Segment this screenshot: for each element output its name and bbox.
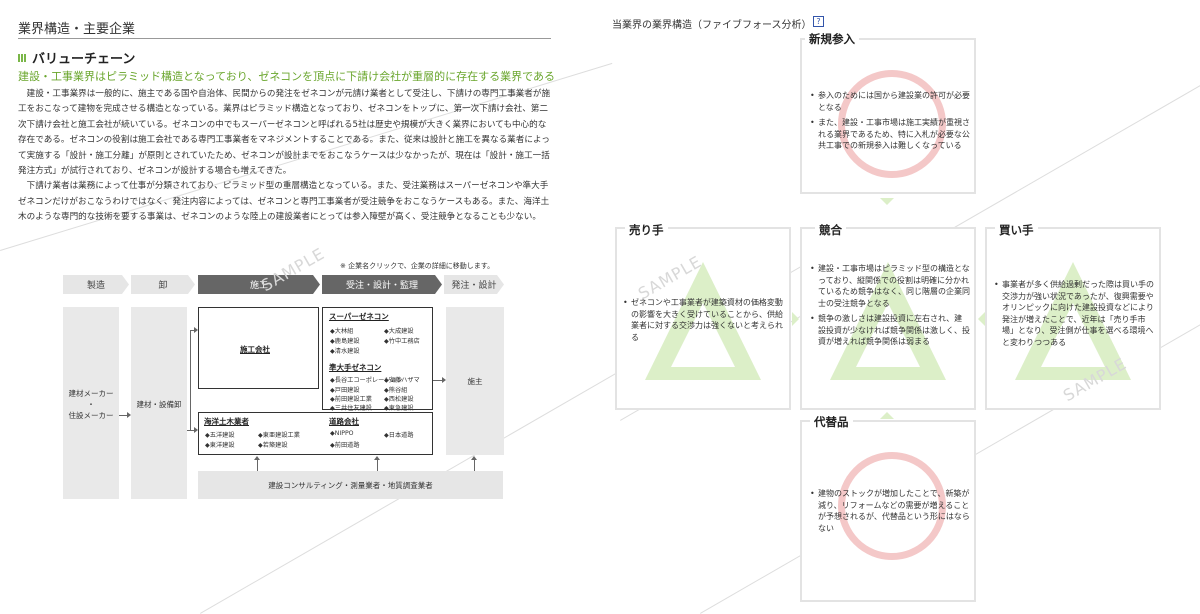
flow-line bbox=[190, 330, 191, 430]
company-link[interactable]: ◆竹中工務店 bbox=[384, 336, 420, 345]
company-link[interactable]: ◆大林組 bbox=[330, 326, 353, 335]
company-link[interactable]: ◆鹿島建設 bbox=[330, 336, 360, 345]
subsection-title: バリューチェーン bbox=[18, 48, 135, 67]
click-note: ※ 企業名クリックで、企業の詳細に移動します。 bbox=[340, 262, 495, 270]
company-link[interactable]: ◆三井住友建設 bbox=[330, 403, 372, 412]
manufacturer-label: 建材メーカー ・ 住設メーカー bbox=[63, 388, 119, 421]
manufacturer-label-b: 住設メーカー bbox=[68, 411, 114, 420]
list-item: 参入のためには国から建設業の許可が必要となる bbox=[810, 90, 970, 113]
list-item: 競争の激しさは建設投資に左右され、建設投資が少なければ競争関係は激しく、投資が増… bbox=[810, 313, 970, 348]
arrow-up-icon bbox=[254, 456, 260, 471]
help-icon[interactable]: ? bbox=[813, 16, 824, 27]
company-link[interactable]: ◆大成建設 bbox=[384, 326, 414, 335]
company-link[interactable]: ◆東急建設 bbox=[384, 403, 414, 412]
company-link[interactable]: ◆NIPPO bbox=[330, 430, 354, 437]
buyers-list: 事業者が多く供給過剰だった際は買い手の交渉力が強い状況であったが、復興需要やオリ… bbox=[994, 279, 1154, 352]
buyers-heading: 買い手 bbox=[995, 222, 1038, 238]
company-link[interactable]: ◆戸田建設 bbox=[330, 385, 360, 394]
company-link[interactable]: ◆前田建設工業 bbox=[330, 394, 372, 403]
section-title: 業界構造・主要企業 bbox=[18, 22, 136, 37]
paragraph: 下請け業者は業務によって仕事が分類されており、ピラミッド型の重層構造となっている… bbox=[18, 181, 550, 223]
flow-line bbox=[119, 415, 127, 416]
stage-manufacturing: 製造 bbox=[63, 275, 129, 294]
arrow-right-icon bbox=[127, 412, 131, 418]
rivalry-list: 建設・工事市場はピラミッド型の構造となっており、縦関係での役割は明確に分かれてい… bbox=[810, 263, 970, 352]
arrow-right-icon bbox=[194, 327, 198, 333]
builder-title[interactable]: 施工会社 bbox=[240, 344, 270, 355]
company-link[interactable]: ◆東洋建設 bbox=[205, 440, 235, 449]
list-item: 事業者が多く供給過剰だった際は買い手の交渉力が強い状況であったが、復興需要やオリ… bbox=[994, 279, 1154, 348]
marine-contractor-title: 海洋土木業者 bbox=[204, 417, 249, 426]
company-link[interactable]: ◆東亜建設工業 bbox=[258, 430, 300, 439]
company-link[interactable]: ◆日本道路 bbox=[384, 430, 414, 439]
list-item: 建設・工事市場はピラミッド型の構造となっており、縦関係での役割は明確に分かれてい… bbox=[810, 263, 970, 309]
body-text: 建設・工事業界は一般的に、施主である国や自治体、民間からの発注をゼネコンが元請け… bbox=[18, 87, 553, 226]
company-link[interactable]: ◆若築建設 bbox=[258, 440, 288, 449]
company-link[interactable]: ◆西松建設 bbox=[384, 394, 414, 403]
list-item: 建物のストックが増加したことで、新築が減り、リフォームなどの需要が増えることが予… bbox=[810, 488, 970, 534]
connector-arrow-icon bbox=[880, 198, 894, 205]
wholesale-label: 建材・設備卸 bbox=[136, 400, 182, 409]
arrow-right-icon bbox=[194, 427, 198, 433]
five-forces-title: 当業界の業界構造（ファイブフォース分析） bbox=[612, 20, 812, 31]
arrow-right-icon bbox=[442, 377, 446, 383]
connector-arrow-icon bbox=[978, 312, 985, 326]
sellers-list: ゼネコンや工事業者が建築資材の価格変動の影響を大きく受けていることから、供給業者… bbox=[623, 297, 783, 347]
semi-major-contractor-title: 準大手ゼネコン bbox=[329, 363, 382, 372]
company-link[interactable]: ◆清水建設 bbox=[330, 346, 360, 355]
bullet-square-icon bbox=[18, 53, 26, 62]
owner-label: 施主 bbox=[467, 377, 483, 386]
new-entry-heading: 新規参入 bbox=[805, 31, 859, 47]
manufacturer-label-a: 建材メーカー bbox=[68, 389, 114, 398]
road-company-title: 道路会社 bbox=[329, 417, 359, 426]
connector-arrow-icon bbox=[792, 312, 799, 326]
value-chain-section: 業界構造・主要企業 バリューチェーン 建設・工事業界はピラミッド構造となっており… bbox=[0, 0, 560, 613]
company-link[interactable]: ◆五洋建設 bbox=[205, 430, 235, 439]
sellers-heading: 売り手 bbox=[625, 222, 668, 238]
rivalry-heading: 競合 bbox=[815, 222, 846, 238]
flow-line bbox=[187, 430, 194, 431]
stage-wholesale: 卸 bbox=[131, 275, 195, 294]
company-link[interactable]: ◆熊谷組 bbox=[384, 385, 407, 394]
lead-text: 建設・工事業界はピラミッド構造となっており、ゼネコンを頂点に下請け会社が重層的に… bbox=[18, 70, 556, 83]
arrow-up-icon bbox=[374, 456, 380, 471]
consulting-box: 建設コンサルティング・測量業者・地質調査業者 bbox=[198, 471, 503, 499]
company-link[interactable]: ◆前田道路 bbox=[330, 440, 360, 449]
subsection-title-text: バリューチェーン bbox=[32, 52, 136, 67]
company-link[interactable]: ◆安藤ハザマ bbox=[384, 375, 420, 384]
new-entry-list: 参入のためには国から建設業の許可が必要となる また、建設・工事市場は施工実績が重… bbox=[810, 90, 970, 156]
substitutes-list: 建物のストックが増加したことで、新築が減り、リフォームなどの需要が増えることが予… bbox=[810, 488, 970, 538]
stage-client-design: 発注・設計 bbox=[444, 275, 504, 294]
paragraph: 建設・工事業界は一般的に、施主である国や自治体、民間からの発注をゼネコンが元請け… bbox=[18, 89, 551, 177]
stage-order-design: 受注・設計・監理 bbox=[322, 275, 442, 294]
list-item: ゼネコンや工事業者が建築資材の価格変動の影響を大きく受けていることから、供給業者… bbox=[623, 297, 783, 343]
flow-line bbox=[190, 330, 194, 331]
flow-line bbox=[433, 380, 442, 381]
section-divider bbox=[18, 38, 551, 39]
list-item: また、建設・工事市場は施工実績が重視される業界であるため、特に入札が必要な公共工… bbox=[810, 117, 970, 152]
substitutes-heading: 代替品 bbox=[810, 414, 853, 430]
super-general-contractor-title: スーパーゼネコン bbox=[329, 312, 389, 321]
manufacturer-label-dot: ・ bbox=[87, 400, 95, 409]
arrow-up-icon bbox=[471, 456, 477, 471]
connector-arrow-icon bbox=[880, 412, 894, 419]
